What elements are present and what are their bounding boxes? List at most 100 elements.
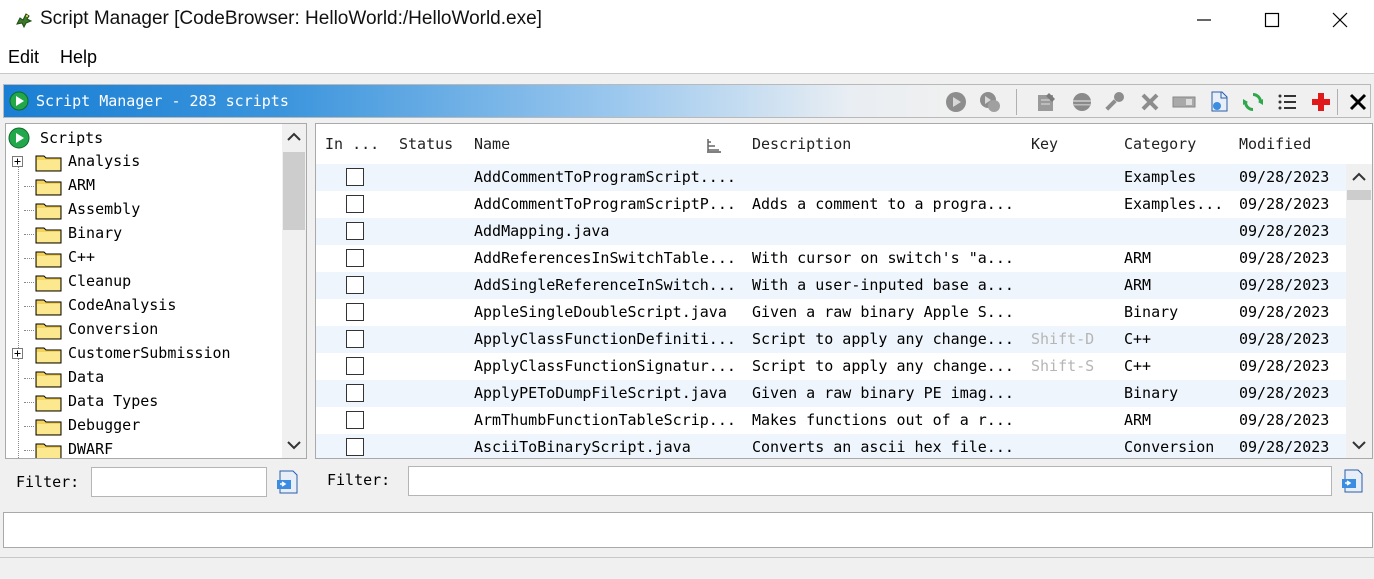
edit-script-button[interactable] [1034, 90, 1058, 114]
table-scrollbar[interactable] [1346, 164, 1372, 458]
in-tool-checkbox[interactable] [346, 438, 364, 456]
script-modified: 09/28/2023 [1239, 276, 1330, 294]
script-name: AddCommentToProgramScriptP... [474, 195, 736, 213]
in-tool-checkbox[interactable] [346, 357, 364, 375]
table-row[interactable]: ApplyClassFunctionSignatur... Script to a… [316, 353, 1346, 380]
tree-filter-options-button[interactable] [274, 469, 300, 495]
table-row[interactable]: ApplyPEToDumpFileScript.java Given a raw … [316, 380, 1346, 407]
menu-help[interactable]: Help [60, 47, 97, 68]
column-header-key[interactable]: Key [1031, 135, 1058, 153]
in-tool-checkbox[interactable] [346, 384, 364, 402]
sort-ascending-icon[interactable] [705, 136, 723, 154]
tree-item[interactable]: Cleanup [6, 270, 286, 294]
table-row[interactable]: AddCommentToProgramScriptP... Adds a comm… [316, 191, 1346, 218]
in-tool-checkbox[interactable] [346, 168, 364, 186]
script-directories-button[interactable] [1275, 90, 1299, 114]
script-category: C++ [1124, 357, 1152, 375]
scroll-up-icon[interactable] [1352, 172, 1366, 182]
table-filter-input[interactable] [408, 466, 1332, 496]
expand-icon[interactable] [12, 348, 23, 359]
tree-item[interactable]: Analysis [6, 150, 286, 174]
maximize-icon [1264, 12, 1280, 28]
in-tool-checkbox[interactable] [346, 195, 364, 213]
tree-item[interactable]: ARM [6, 174, 286, 198]
tree-item[interactable]: CodeAnalysis [6, 294, 286, 318]
menu-edit[interactable]: Edit [8, 47, 39, 68]
tree-item[interactable]: Assembly [6, 198, 286, 222]
folder-icon [35, 371, 62, 388]
toolbar-separator [1016, 89, 1017, 115]
in-tool-checkbox[interactable] [346, 303, 364, 321]
filter-options-icon [1342, 469, 1363, 493]
tree-item-label: Binary [68, 224, 123, 242]
play-icon [946, 92, 966, 112]
folder-icon [35, 203, 62, 220]
table-row[interactable]: AsciiToBinaryScript.java Converts an asci… [316, 434, 1346, 458]
column-header-name[interactable]: Name [474, 135, 510, 153]
tree-item[interactable]: Conversion [6, 318, 286, 342]
key-binding-button[interactable] [1102, 90, 1126, 114]
table-row[interactable]: ArmThumbFunctionTableScrip... Makes funct… [316, 407, 1346, 434]
table-row[interactable]: AddCommentToProgramScript.... Examples 09/… [316, 164, 1346, 191]
script-description: Script to apply any change... [752, 330, 1014, 348]
script-key-binding: Shift-D [1031, 330, 1095, 348]
column-header-in-tool[interactable]: In ... [325, 135, 379, 153]
tree-item[interactable]: C++ [6, 246, 286, 270]
help-button[interactable] [1309, 90, 1333, 114]
tree-item[interactable]: Data [6, 366, 286, 390]
script-name: ArmThumbFunctionTableScrip... [474, 411, 736, 429]
table-row[interactable]: AddReferencesInSwitchTable... With cursor… [316, 245, 1346, 272]
maximize-button[interactable] [1238, 0, 1306, 40]
table-row[interactable]: ApplyClassFunctionDefiniti... Script to a… [316, 326, 1346, 353]
scroll-down-icon[interactable] [1352, 440, 1366, 450]
table-filter-options-button[interactable] [1339, 468, 1365, 494]
in-tool-checkbox[interactable] [346, 411, 364, 429]
folder-icon [35, 251, 62, 268]
column-header-status[interactable]: Status [399, 135, 453, 153]
close-panel-button[interactable] [1346, 90, 1370, 114]
script-description: Makes functions out of a r... [752, 411, 1014, 429]
tree-item[interactable]: Data Types [6, 390, 286, 414]
new-script-button[interactable] [1207, 90, 1231, 114]
category-tree[interactable]: Scripts Analysis ARM Assembly Binary C++ Clea… [5, 123, 307, 459]
expand-icon[interactable] [12, 156, 23, 167]
tree-root-scripts[interactable]: Scripts [8, 126, 288, 150]
table-scroll-thumb[interactable] [1347, 190, 1371, 200]
delete-script-button[interactable] [1138, 90, 1162, 114]
rename-icon [1172, 96, 1196, 108]
tree-item[interactable]: Binary [6, 222, 286, 246]
ghidra-dragon-icon [16, 13, 33, 29]
run-script-button[interactable] [944, 90, 968, 114]
tree-filter-input[interactable] [91, 467, 267, 497]
scroll-down-icon[interactable] [287, 440, 301, 450]
table-row[interactable]: AppleSingleDoubleScript.java Given a raw … [316, 299, 1346, 326]
table-row[interactable]: AddMapping.java 09/28/2023 [316, 218, 1346, 245]
tree-item[interactable]: DWARF [6, 438, 286, 458]
eclipse-button[interactable] [1070, 90, 1094, 114]
rename-script-button[interactable] [1172, 90, 1196, 114]
column-header-category[interactable]: Category [1124, 135, 1196, 153]
column-header-description[interactable]: Description [752, 135, 851, 153]
tree-item[interactable]: CustomerSubmission [6, 342, 286, 366]
in-tool-checkbox[interactable] [346, 330, 364, 348]
scripts-table: In ... Status Name Description Key Categ… [315, 123, 1373, 459]
in-tool-checkbox[interactable] [346, 276, 364, 294]
table-header: In ... Status Name Description Key Categ… [316, 124, 1372, 164]
folder-icon [35, 155, 62, 172]
tree-scrollbar[interactable] [282, 124, 306, 458]
script-category: Binary [1124, 303, 1179, 321]
in-tool-checkbox[interactable] [346, 222, 364, 240]
close-window-button[interactable] [1306, 0, 1374, 40]
table-row[interactable]: AddSingleReferenceInSwitch... With a user… [316, 272, 1346, 299]
rerun-script-button[interactable] [978, 90, 1002, 114]
in-tool-checkbox[interactable] [346, 249, 364, 267]
folder-icon [35, 299, 62, 316]
refresh-button[interactable] [1241, 90, 1265, 114]
script-category: ARM [1124, 249, 1152, 267]
minimize-button[interactable] [1170, 0, 1238, 40]
column-header-modified[interactable]: Modified [1239, 135, 1311, 153]
tree-item-label: Data [68, 368, 105, 386]
tree-scroll-thumb[interactable] [283, 152, 305, 230]
tree-item[interactable]: Debugger [6, 414, 286, 438]
scroll-up-icon[interactable] [287, 132, 301, 142]
